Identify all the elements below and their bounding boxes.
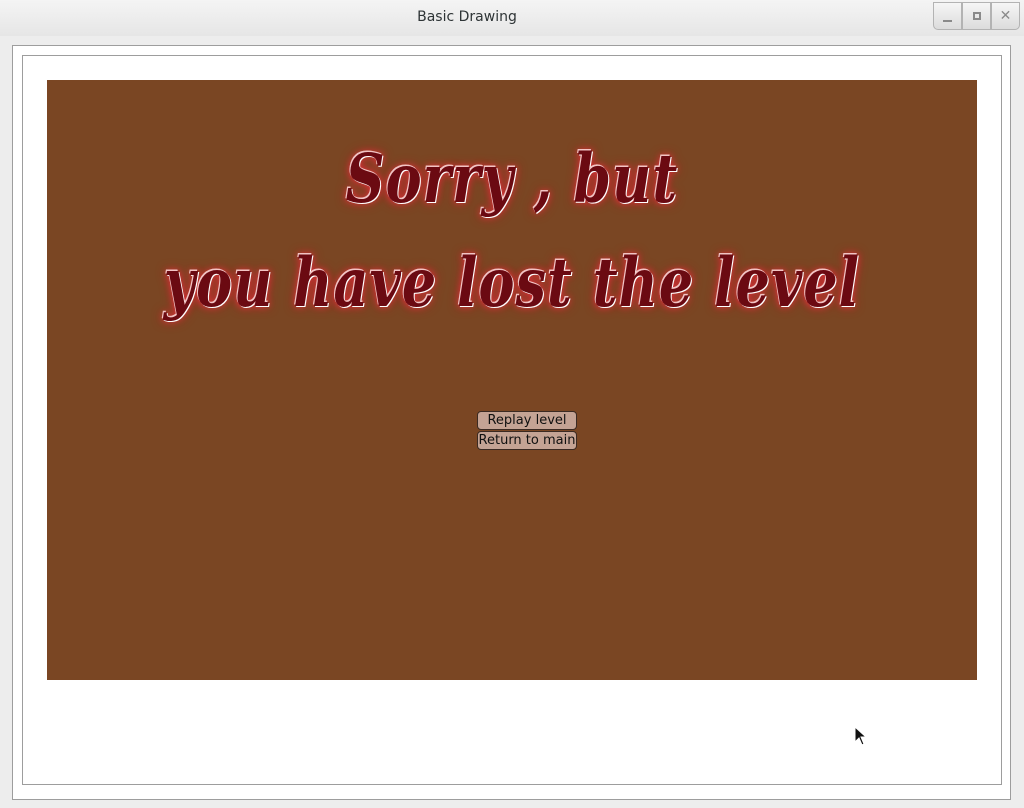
mouse-cursor-icon	[854, 726, 868, 746]
minimize-icon	[943, 20, 952, 22]
minimize-button[interactable]	[933, 2, 962, 30]
lost-message-line2: you have lost the level	[163, 242, 861, 322]
maximize-button[interactable]	[962, 2, 991, 30]
window-titlebar: Basic Drawing ✕	[0, 0, 1024, 36]
window-title: Basic Drawing	[417, 9, 517, 25]
replay-level-button[interactable]: Replay level	[477, 411, 577, 430]
close-icon: ✕	[999, 8, 1012, 24]
maximize-icon	[972, 12, 981, 20]
game-canvas: Sorry , but you have lost the level Repl…	[47, 80, 977, 680]
return-to-main-button[interactable]: Return to main	[477, 431, 577, 450]
lost-message-line1: Sorry , but	[345, 138, 679, 218]
close-button[interactable]: ✕	[991, 2, 1020, 30]
